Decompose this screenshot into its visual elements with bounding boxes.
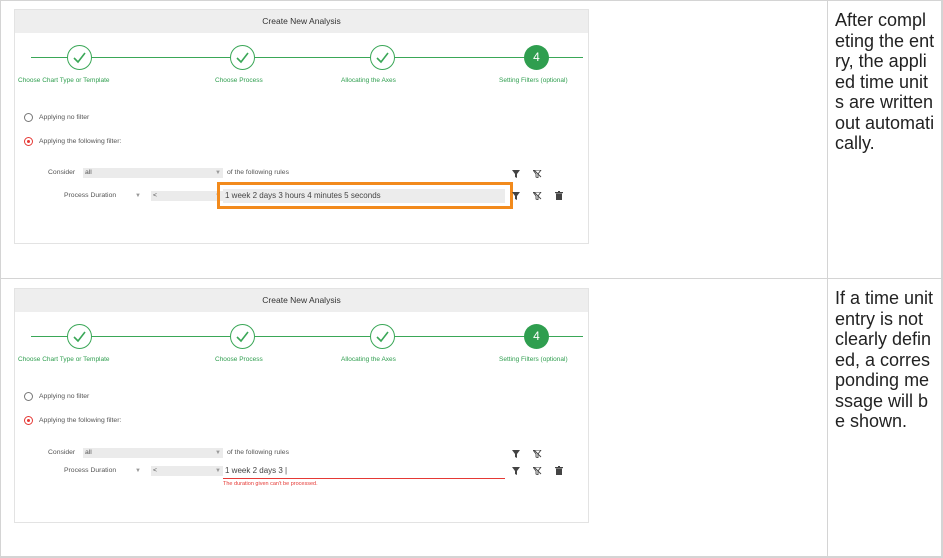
step-4-number[interactable]: 4: [524, 45, 549, 70]
caret-down-icon: ▼: [135, 468, 141, 474]
stepper-line: [31, 57, 583, 58]
stepper-line: [31, 336, 583, 337]
filter-icon[interactable]: [512, 467, 520, 475]
rule-field-value: Process Duration: [64, 467, 117, 474]
radio-no-filter[interactable]: [24, 113, 33, 122]
caret-down-icon: ▼: [215, 468, 221, 474]
step-label[interactable]: Setting Filters (optional): [499, 356, 568, 363]
check-icon: [236, 52, 249, 64]
table-border-left: [0, 0, 1, 558]
radio-apply-filter[interactable]: [24, 416, 33, 425]
column-divider: [827, 0, 828, 558]
option-filter-label: Applying the following filter:: [39, 417, 122, 424]
rule-operator-select[interactable]: < ▼: [151, 191, 223, 201]
filter-clear-icon[interactable]: [533, 170, 542, 178]
dialog-title: Create New Analysis: [15, 10, 588, 33]
filter-clear-icon[interactable]: [533, 450, 542, 458]
step-label[interactable]: Choose Process: [215, 77, 263, 84]
dialog-screenshot: Create New Analysis 4 Choose Chart Type …: [14, 288, 589, 523]
option-filter-label: Applying the following filter:: [39, 138, 122, 145]
rule-field-select[interactable]: Process Duration ▼: [62, 191, 147, 201]
consider-select[interactable]: all ▼: [83, 168, 223, 178]
consider-value: all: [85, 169, 92, 176]
option-no-filter-label: Applying no filter: [39, 114, 90, 121]
step-2-check[interactable]: [230, 324, 255, 349]
check-icon: [236, 331, 249, 343]
filter-icon[interactable]: [512, 192, 520, 200]
check-icon: [376, 52, 389, 64]
rules-label: of the following rules: [227, 449, 289, 456]
rule-operator-value: <: [153, 192, 157, 199]
step-label[interactable]: Allocating the Axes: [341, 77, 396, 84]
step-1-check[interactable]: [67, 324, 92, 349]
duration-input[interactable]: 1 week 2 days 3 |: [223, 464, 505, 478]
dialog-screenshot: Create New Analysis 4 Choose Chart Type …: [14, 9, 589, 244]
caret-down-icon: ▼: [215, 450, 221, 456]
option-no-filter-label: Applying no filter: [39, 393, 90, 400]
check-icon: [73, 331, 86, 343]
consider-select[interactable]: all ▼: [83, 448, 223, 458]
step-3-check[interactable]: [370, 45, 395, 70]
rule-operator-value: <: [153, 467, 157, 474]
consider-value: all: [85, 449, 92, 456]
step-label[interactable]: Allocating the Axes: [341, 356, 396, 363]
filter-icon[interactable]: [512, 170, 520, 178]
caret-down-icon: ▼: [215, 170, 221, 176]
table-border-top: [0, 0, 943, 1]
step-1-check[interactable]: [67, 45, 92, 70]
highlight-box: [217, 182, 513, 209]
row-note: If a time unit entry is not clearly defi…: [835, 288, 934, 431]
rule-field-select[interactable]: Process Duration ▼: [62, 466, 147, 476]
consider-label: Consider: [48, 169, 76, 176]
caret-down-icon: ▼: [135, 193, 141, 199]
step-label[interactable]: Choose Chart Type or Template: [18, 356, 110, 363]
step-label[interactable]: Choose Process: [215, 356, 263, 363]
consider-label: Consider: [48, 449, 76, 456]
filter-clear-icon[interactable]: [533, 467, 542, 475]
check-icon: [73, 52, 86, 64]
trash-icon[interactable]: [555, 466, 563, 475]
filter-clear-icon[interactable]: [533, 192, 542, 200]
check-icon: [376, 331, 389, 343]
radio-apply-filter[interactable]: [24, 137, 33, 146]
step-2-check[interactable]: [230, 45, 255, 70]
error-underline: [223, 478, 505, 479]
row-divider: [0, 278, 943, 279]
radio-no-filter[interactable]: [24, 392, 33, 401]
dialog-title: Create New Analysis: [15, 289, 588, 312]
step-label[interactable]: Setting Filters (optional): [499, 77, 568, 84]
rule-field-value: Process Duration: [64, 192, 117, 199]
error-message: The duration given can't be processed.: [223, 481, 318, 487]
rules-label: of the following rules: [227, 169, 289, 176]
step-label[interactable]: Choose Chart Type or Template: [18, 77, 110, 84]
step-3-check[interactable]: [370, 324, 395, 349]
step-4-number[interactable]: 4: [524, 324, 549, 349]
row-note: After completing the entry, the applied …: [835, 10, 935, 153]
rule-operator-select[interactable]: < ▼: [151, 466, 223, 476]
trash-icon[interactable]: [555, 191, 563, 200]
filter-icon[interactable]: [512, 450, 520, 458]
